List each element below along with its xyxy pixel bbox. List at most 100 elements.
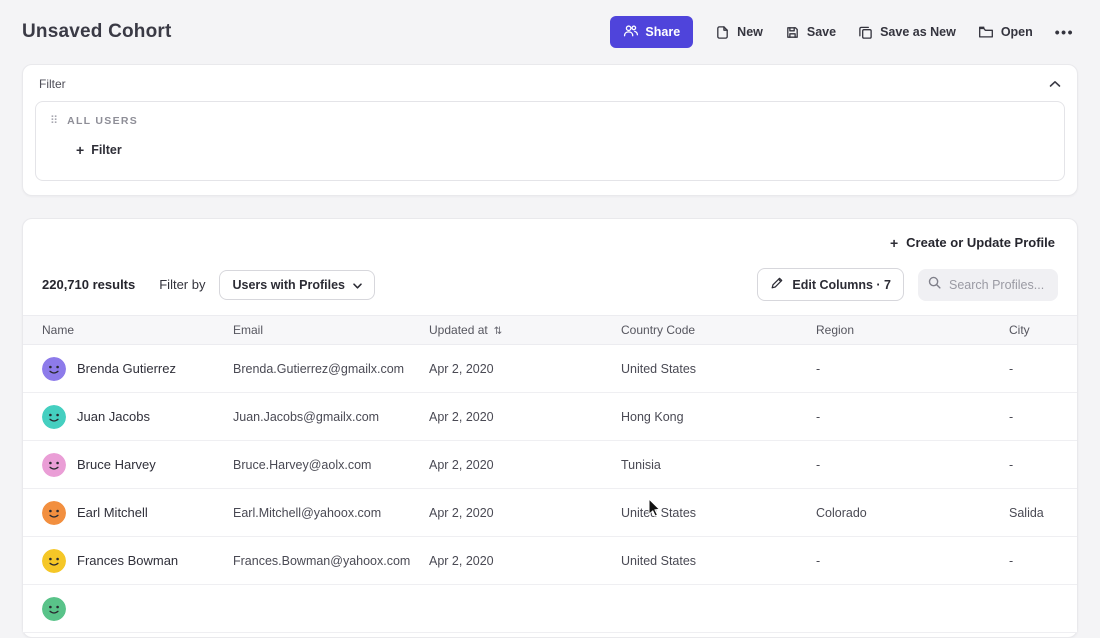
avatar <box>42 453 66 477</box>
profile-type-dropdown-value: Users with Profiles <box>232 278 345 292</box>
profile-name-cell[interactable] <box>42 597 233 621</box>
profile-updated-at: Apr 2, 2020 <box>429 362 621 376</box>
search-profiles-input[interactable] <box>949 278 1048 292</box>
profile-email: Brenda.Gutierrez@gmailx.com <box>233 362 429 376</box>
plus-icon: + <box>76 143 84 157</box>
avatar <box>42 357 66 381</box>
create-row: + Create or Update Profile <box>23 219 1077 260</box>
profile-type-dropdown[interactable]: Users with Profiles <box>219 270 375 300</box>
filter-group: ⠿ ALL USERS + Filter <box>35 101 1065 181</box>
column-header-updated-at[interactable]: Updated at⇅ <box>429 323 621 337</box>
add-filter-label: Filter <box>91 143 122 157</box>
save-button-label: Save <box>807 25 836 39</box>
profile-name: Bruce Harvey <box>77 457 156 472</box>
profile-region: - <box>816 458 1009 472</box>
profile-region: - <box>816 410 1009 424</box>
table-body: Brenda Gutierrez Brenda.Gutierrez@gmailx.… <box>23 345 1077 633</box>
new-button-label: New <box>737 25 763 39</box>
profile-country-code: United States <box>621 362 816 376</box>
drag-handle-icon[interactable]: ⠿ <box>50 116 58 127</box>
edit-columns-label: Edit Columns · 7 <box>792 278 891 292</box>
profile-country-code: Hong Kong <box>621 410 816 424</box>
save-as-new-button[interactable]: Save as New <box>858 25 956 40</box>
profile-name-cell[interactable]: Frances Bowman <box>42 549 233 573</box>
profile-region: - <box>816 362 1009 376</box>
profiles-panel: + Create or Update Profile 220,710 resul… <box>22 218 1078 638</box>
profile-name: Juan Jacobs <box>77 409 150 424</box>
filter-group-row: ⠿ ALL USERS <box>50 115 1050 127</box>
profile-city: - <box>1009 410 1058 424</box>
table-row[interactable]: Brenda Gutierrez Brenda.Gutierrez@gmailx.… <box>23 345 1077 393</box>
profile-city: - <box>1009 362 1058 376</box>
profile-name: Frances Bowman <box>77 553 178 568</box>
filter-panel-header: Filter <box>23 65 1077 99</box>
profile-name: Brenda Gutierrez <box>77 361 176 376</box>
save-as-new-button-label: Save as New <box>880 25 956 39</box>
table-controls: 220,710 results Filter by Users with Pro… <box>23 260 1077 315</box>
table-row[interactable]: Frances Bowman Frances.Bowman@yahoox.comA… <box>23 537 1077 585</box>
table-row[interactable]: Bruce HarveyBruce.Harvey@aolx.comApr 2, … <box>23 441 1077 489</box>
table-header-row: NameEmailUpdated at⇅Country CodeRegionCi… <box>23 315 1077 345</box>
edit-columns-button[interactable]: Edit Columns · 7 <box>757 268 904 301</box>
column-header-region[interactable]: Region <box>816 323 1009 337</box>
profile-city: - <box>1009 458 1058 472</box>
column-header-city[interactable]: City <box>1009 323 1058 337</box>
avatar <box>42 501 66 525</box>
filter-panel: Filter ⠿ ALL USERS + Filter <box>22 64 1078 196</box>
profile-name-cell[interactable]: Juan Jacobs <box>42 405 233 429</box>
profile-name: Earl Mitchell <box>77 505 148 520</box>
profile-updated-at: Apr 2, 2020 <box>429 554 621 568</box>
table-row[interactable] <box>23 585 1077 633</box>
top-bar: Unsaved Cohort Share New <box>0 0 1100 60</box>
profile-country-code: Tunisia <box>621 458 816 472</box>
profile-name-cell[interactable]: Brenda Gutierrez <box>42 357 233 381</box>
column-header-email[interactable]: Email <box>233 323 429 337</box>
profile-updated-at: Apr 2, 2020 <box>429 410 621 424</box>
column-header-name[interactable]: Name <box>42 323 233 337</box>
chevron-down-icon <box>353 278 362 292</box>
new-document-icon <box>715 25 730 40</box>
save-icon <box>785 25 800 40</box>
page-title: Unsaved Cohort <box>22 21 172 43</box>
profile-name-cell[interactable]: Bruce Harvey <box>42 453 233 477</box>
table-row[interactable]: Juan Jacobs Juan.Jacobs@gmailx.comApr 2, … <box>23 393 1077 441</box>
open-button[interactable]: Open <box>978 25 1033 39</box>
save-button[interactable]: Save <box>785 25 836 40</box>
profile-email: Bruce.Harvey@aolx.com <box>233 458 429 472</box>
create-or-update-profile-label: Create or Update Profile <box>906 235 1055 250</box>
header-actions: Share New Save <box>610 16 1074 48</box>
more-options-button[interactable]: ••• <box>1055 24 1074 40</box>
table-row[interactable]: Earl MitchellEarl.Mitchell@yahoox.comApr… <box>23 489 1077 537</box>
profile-email: Juan.Jacobs@gmailx.com <box>233 410 429 424</box>
profile-name-cell[interactable]: Earl Mitchell <box>42 501 233 525</box>
save-as-new-icon <box>858 25 873 40</box>
filter-group-label: ALL USERS <box>67 115 138 127</box>
plus-icon: + <box>890 236 898 250</box>
results-count: 220,710 results <box>42 277 135 292</box>
avatar <box>42 405 66 429</box>
search-box[interactable] <box>918 269 1058 301</box>
profile-country-code: United States <box>621 506 816 520</box>
profile-updated-at: Apr 2, 2020 <box>429 506 621 520</box>
search-icon <box>928 276 941 294</box>
filter-panel-title: Filter <box>39 77 66 91</box>
avatar <box>42 597 66 621</box>
profile-email: Frances.Bowman@yahoox.com <box>233 554 429 568</box>
column-header-country-code[interactable]: Country Code <box>621 323 816 337</box>
filter-by-label: Filter by <box>159 277 205 292</box>
people-icon <box>623 24 638 40</box>
share-button[interactable]: Share <box>610 16 693 48</box>
create-or-update-profile-button[interactable]: + Create or Update Profile <box>890 235 1055 250</box>
chevron-up-icon[interactable] <box>1049 80 1061 88</box>
sort-arrows-icon[interactable]: ⇅ <box>494 326 502 337</box>
profile-country-code: United States <box>621 554 816 568</box>
profile-city: - <box>1009 554 1058 568</box>
share-button-label: Share <box>645 25 680 39</box>
pencil-icon <box>770 276 784 293</box>
add-filter-button[interactable]: + Filter <box>76 143 122 157</box>
folder-icon <box>978 25 994 39</box>
profile-region: - <box>816 554 1009 568</box>
new-button[interactable]: New <box>715 25 763 40</box>
open-button-label: Open <box>1001 25 1033 39</box>
profile-region: Colorado <box>816 506 1009 520</box>
